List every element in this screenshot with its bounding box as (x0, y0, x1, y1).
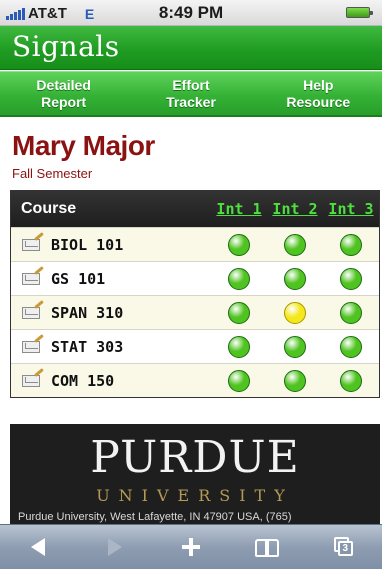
semester-label: Fall Semester (12, 166, 93, 181)
nav-detailed-report[interactable]: Detailed Report (0, 72, 127, 115)
signal-cell (211, 369, 267, 392)
signal-cell (267, 369, 323, 392)
purdue-footer: PURDUE UNIVERSITY Purdue University, Wes… (10, 424, 380, 524)
green-signal-icon[interactable] (228, 233, 250, 256)
message-icon-cell[interactable] (11, 265, 51, 285)
signal-cell (211, 335, 267, 358)
forward-button[interactable] (76, 525, 152, 569)
plus-icon (182, 538, 201, 556)
green-signal-icon[interactable] (228, 267, 250, 290)
pages-icon: 3 (333, 537, 354, 557)
green-signal-icon[interactable] (340, 335, 362, 358)
green-signal-icon[interactable] (228, 301, 250, 324)
university-address: Purdue University, West Lafayette, IN 47… (18, 511, 292, 523)
signals-logo[interactable]: Signals (12, 30, 120, 63)
signal-cell (323, 369, 379, 392)
bookmarks-button[interactable] (229, 525, 305, 569)
table-row[interactable]: COM 150 (11, 363, 379, 397)
course-name[interactable]: BIOL 101 (51, 236, 211, 254)
signal-cell (211, 301, 267, 324)
logo-text: Signals (12, 30, 120, 63)
envelope-icon (22, 231, 44, 251)
university-logo-name: PURDUE (90, 432, 300, 483)
signal-cell (267, 301, 323, 324)
status-bar: AT&T E 8:49 PM (0, 0, 382, 26)
signal-cell (323, 267, 379, 290)
column-header-course: Course (21, 200, 77, 217)
back-button[interactable] (0, 525, 76, 569)
nav-effort-tracker[interactable]: Effort Tracker (127, 72, 254, 115)
envelope-icon (22, 299, 44, 319)
signal-cell (267, 335, 323, 358)
signal-cell (323, 335, 379, 358)
green-signal-icon[interactable] (228, 335, 250, 358)
green-signal-icon[interactable] (284, 369, 306, 392)
add-button[interactable] (153, 525, 229, 569)
signal-cell (323, 301, 379, 324)
bookmarks-icon (255, 539, 280, 557)
message-icon-cell[interactable] (11, 231, 51, 251)
yellow-signal-icon[interactable] (284, 301, 306, 324)
course-name[interactable]: STAT 303 (51, 338, 211, 356)
student-name: Mary Major (12, 130, 155, 161)
envelope-icon (22, 367, 44, 387)
green-signal-icon[interactable] (284, 267, 306, 290)
message-icon-cell[interactable] (11, 333, 51, 353)
course-name[interactable]: COM 150 (51, 372, 211, 390)
message-icon-cell[interactable] (11, 367, 51, 387)
green-signal-icon[interactable] (340, 301, 362, 324)
course-name[interactable]: GS 101 (51, 270, 211, 288)
signal-cell (211, 233, 267, 256)
green-signal-icon[interactable] (340, 233, 362, 256)
green-signal-icon[interactable] (340, 267, 362, 290)
message-icon-cell[interactable] (11, 299, 51, 319)
column-header-int-3[interactable]: Int 3 (323, 200, 379, 218)
university-logo-sub: UNIVERSITY (96, 486, 294, 505)
column-header-int-2[interactable]: Int 2 (267, 200, 323, 218)
signal-cell (323, 233, 379, 256)
pages-button[interactable]: 3 (306, 525, 382, 569)
table-body: BIOL 101 GS 101 SPAN 310 STAT 303 COM 150 (11, 227, 379, 397)
clock: 8:49 PM (158, 3, 224, 22)
green-signal-icon[interactable] (340, 369, 362, 392)
signal-cell (267, 233, 323, 256)
green-signal-icon[interactable] (284, 335, 306, 358)
course-name[interactable]: SPAN 310 (51, 304, 211, 322)
battery-icon (346, 7, 373, 18)
browser-toolbar: 3 (0, 524, 382, 569)
table-row[interactable]: BIOL 101 (11, 227, 379, 261)
back-arrow-icon (31, 538, 46, 556)
app-header: Signals (0, 26, 382, 70)
main-nav: Detailed Report Effort Tracker Help Reso… (0, 71, 382, 117)
green-signal-icon[interactable] (284, 233, 306, 256)
course-table: Course Int 1 Int 2 Int 3 BIOL 101 GS 101 S… (10, 190, 380, 398)
table-row[interactable]: STAT 303 (11, 329, 379, 363)
table-row[interactable]: GS 101 (11, 261, 379, 295)
green-signal-icon[interactable] (228, 369, 250, 392)
table-row[interactable]: SPAN 310 (11, 295, 379, 329)
forward-arrow-icon (107, 538, 122, 556)
signal-cell (267, 267, 323, 290)
envelope-icon (22, 333, 44, 353)
column-header-int-1[interactable]: Int 1 (211, 200, 267, 218)
envelope-icon (22, 265, 44, 285)
pages-count: 3 (337, 541, 353, 556)
signal-cell (211, 267, 267, 290)
nav-help-resource[interactable]: Help Resource (255, 72, 382, 115)
table-header: Course Int 1 Int 2 Int 3 (11, 191, 379, 227)
